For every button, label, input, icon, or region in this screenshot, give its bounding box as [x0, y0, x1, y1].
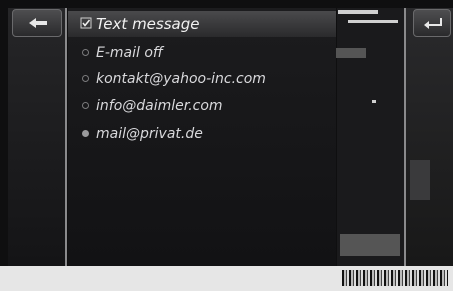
- return-arrow-icon: [424, 18, 442, 29]
- corner-button[interactable]: [413, 9, 451, 37]
- back-button[interactable]: [12, 9, 62, 37]
- artifact: [338, 10, 378, 14]
- menu-item-kontakt[interactable]: kontakt@yahoo-inc.com: [68, 66, 336, 92]
- menu-item-text-message[interactable]: Text message: [68, 11, 336, 37]
- right-panel: [337, 8, 407, 266]
- barcode-strip: [342, 270, 448, 286]
- artifact: [372, 100, 376, 103]
- checkbox-checked-icon: [80, 17, 92, 29]
- radio-off-icon: [82, 75, 89, 82]
- menu-item-email-off[interactable]: E-mail off: [68, 40, 336, 66]
- right-column: [406, 8, 453, 266]
- menu-item-label: kontakt@yahoo-inc.com: [96, 71, 266, 87]
- menu-item-label: Text message: [96, 15, 200, 33]
- artifact: [336, 48, 366, 58]
- menu-item-label: E-mail off: [96, 45, 164, 61]
- left-column: [8, 8, 65, 266]
- artifact: [340, 234, 400, 256]
- back-arrow-icon: [29, 18, 47, 28]
- radio-on-icon: [82, 130, 89, 137]
- menu-item-info[interactable]: info@daimler.com: [68, 93, 336, 119]
- menu-item-label: mail@privat.de: [96, 126, 203, 142]
- menu-item-label: info@daimler.com: [96, 98, 223, 114]
- artifact: [410, 160, 430, 200]
- menu-item-mail-privat[interactable]: mail@privat.de: [68, 121, 336, 147]
- radio-off-icon: [82, 49, 89, 56]
- radio-off-icon: [82, 102, 89, 109]
- artifact: [348, 20, 398, 23]
- divider-left: [65, 8, 67, 266]
